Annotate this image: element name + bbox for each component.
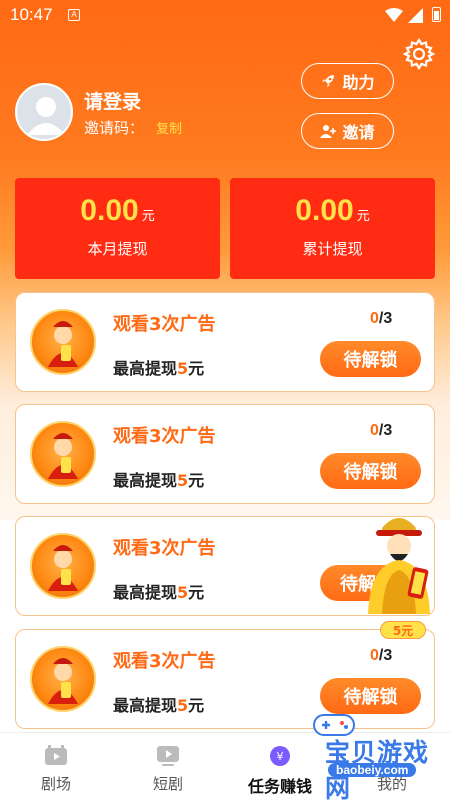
avatar[interactable]: [15, 83, 73, 141]
unlock-button[interactable]: 待解锁: [320, 341, 421, 377]
total-withdraw-card: 0.00 元 累计提现: [230, 178, 435, 279]
battery-icon: [432, 7, 441, 22]
fortune-god-icon: [30, 646, 96, 712]
task-progress: 0/3: [370, 422, 393, 439]
accessibility-icon: A: [68, 9, 80, 21]
fortune-god-icon: [30, 421, 96, 487]
invite-button-label: 邀请: [342, 123, 375, 142]
total-withdraw-unit: 元: [356, 209, 370, 224]
task-progress: 0/3: [370, 647, 393, 664]
task-title: 观看3次广告: [113, 651, 216, 672]
watermark: 宝贝游戏网 baobeiy.com: [270, 705, 450, 800]
watermark-url: baobeiy.com: [328, 763, 417, 777]
monthly-withdraw-unit: 元: [141, 209, 155, 224]
status-bar: 10:47 A: [0, 0, 450, 32]
total-withdraw-value: 0.00: [295, 194, 354, 227]
task-reward: 最高提现5元: [113, 583, 205, 602]
task-reward: 最高提现5元: [113, 471, 205, 490]
invite-code-label: 邀请码：: [84, 119, 145, 137]
task-title: 观看3次广告: [113, 538, 216, 559]
boost-button[interactable]: 助力: [301, 63, 394, 99]
fortune-god-icon: [30, 309, 96, 375]
boost-button-label: 助力: [342, 73, 375, 92]
settings-gear-icon[interactable]: [403, 38, 435, 70]
add-user-icon: [320, 125, 337, 138]
floating-fortune-god-icon[interactable]: [360, 510, 438, 618]
task-card: 观看3次广告 最高提现5元 0/3 待解锁: [15, 404, 435, 504]
rocket-icon: [322, 75, 335, 87]
status-time: 10:47: [10, 5, 53, 24]
monthly-withdraw-value: 0.00: [80, 194, 139, 227]
signal-icon: [408, 8, 423, 23]
task-progress: 0/3: [370, 310, 393, 327]
login-label[interactable]: 请登录: [84, 87, 141, 114]
task-title: 观看3次广告: [113, 426, 216, 447]
floating-reward-badge[interactable]: 5元: [380, 621, 426, 639]
task-title: 观看3次广告: [113, 314, 216, 335]
play-video-icon: [157, 746, 179, 766]
task-card: 观看3次广告 最高提现5元 0/3 待解锁: [15, 292, 435, 392]
nav-label: 短剧: [152, 775, 183, 793]
nav-item-theater[interactable]: 剧场: [0, 733, 112, 800]
invite-button[interactable]: 邀请: [301, 113, 394, 149]
nav-item-short-drama[interactable]: 短剧: [112, 733, 224, 800]
total-withdraw-label: 累计提现: [302, 240, 363, 258]
film-icon: [45, 745, 67, 765]
task-reward: 最高提现5元: [113, 359, 205, 378]
copy-invite-code-link[interactable]: 复制: [156, 118, 182, 137]
task-reward: 最高提现5元: [113, 696, 205, 715]
wifi-icon: [385, 8, 403, 22]
monthly-withdraw-card: 0.00 元 本月提现: [15, 178, 220, 279]
fortune-god-icon: [30, 533, 96, 599]
nav-label: 剧场: [40, 775, 71, 793]
monthly-withdraw-label: 本月提现: [87, 240, 148, 258]
unlock-button[interactable]: 待解锁: [320, 453, 421, 489]
